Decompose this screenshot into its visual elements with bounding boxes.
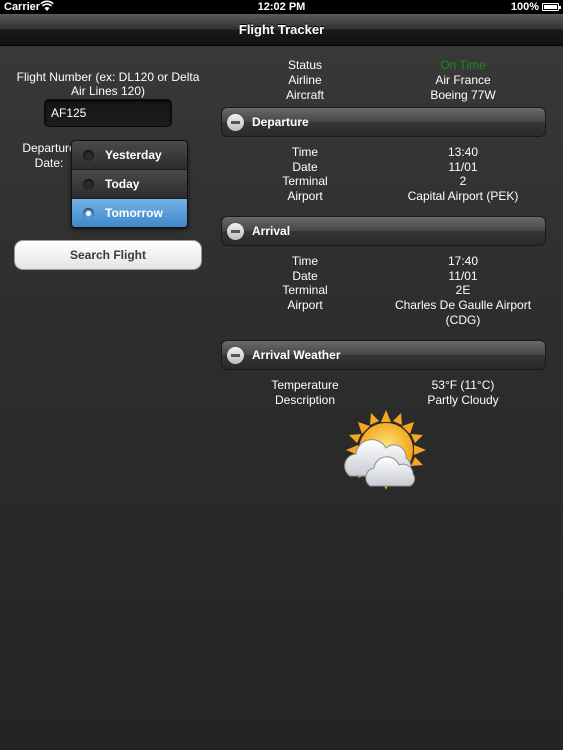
- row-value: 2: [459, 174, 467, 188]
- row-value: 11/01: [448, 269, 478, 283]
- radio-icon: [83, 150, 94, 161]
- row-label: Airport: [287, 189, 323, 203]
- date-picker: Yesterday Today Tomorrow: [71, 140, 188, 228]
- row-value: Partly Cloudy: [427, 393, 499, 407]
- row-label: Temperature: [271, 378, 339, 392]
- collapse-minus-icon[interactable]: [227, 114, 244, 131]
- row-value: Charles De Gaulle Airport (CDG): [394, 298, 532, 327]
- battery-percent: 100%: [510, 1, 539, 13]
- departure-date-label: Departure Date:: [22, 141, 76, 170]
- partly-cloudy-icon: [344, 410, 426, 490]
- radio-icon: [83, 179, 94, 190]
- section-title: Arrival: [252, 224, 291, 238]
- date-option-label: Today: [105, 177, 140, 191]
- summary-label: Airline: [288, 73, 322, 87]
- date-option-label: Yesterday: [105, 148, 162, 162]
- row-label: Date: [292, 160, 318, 174]
- row-label: Airport: [287, 298, 323, 312]
- collapse-minus-icon[interactable]: [227, 223, 244, 240]
- date-option-tomorrow[interactable]: Tomorrow: [72, 199, 187, 227]
- clock: 12:02 PM: [257, 1, 306, 13]
- row-value: 13:40: [447, 145, 479, 159]
- section-title: Departure: [252, 115, 309, 129]
- arrival-section-header[interactable]: Arrival: [221, 216, 546, 246]
- summary-label: Status: [287, 58, 323, 72]
- arrival-weather-section-header[interactable]: Arrival Weather: [221, 340, 546, 370]
- date-option-yesterday[interactable]: Yesterday: [72, 141, 187, 170]
- nav-bar: Flight Tracker: [0, 14, 563, 46]
- flight-number-input[interactable]: AF125: [44, 99, 172, 127]
- row-label: Terminal: [282, 283, 328, 297]
- row-value: 53°F (11°C): [431, 378, 495, 392]
- collapse-minus-icon[interactable]: [227, 347, 244, 364]
- section-title: Arrival Weather: [252, 348, 341, 362]
- departure-section-header[interactable]: Departure: [221, 107, 546, 137]
- row-value: 2E: [455, 283, 471, 297]
- summary-value: Boeing 77W: [430, 88, 496, 102]
- status-bar: Carrier 12:02 PM 100%: [0, 0, 563, 14]
- flight-number-label: Flight Number (ex: DL120 or Delta Air Li…: [16, 70, 200, 98]
- radio-selected-icon: [83, 208, 94, 219]
- page-title: Flight Tracker: [238, 22, 325, 37]
- status-value: On Time: [440, 58, 486, 72]
- battery-icon: [542, 3, 561, 11]
- date-option-label: Tomorrow: [105, 206, 163, 220]
- row-value: 11/01: [448, 160, 478, 174]
- row-label: Terminal: [282, 174, 328, 188]
- summary-label: Aircraft: [285, 88, 324, 102]
- row-label: Description: [274, 393, 336, 407]
- row-label: Time: [291, 145, 319, 159]
- row-value: Capital Airport (PEK): [407, 189, 519, 203]
- row-value: 17:40: [447, 254, 479, 268]
- row-label: Date: [292, 269, 318, 283]
- row-label: Time: [291, 254, 319, 268]
- date-option-today[interactable]: Today: [72, 170, 187, 199]
- summary-value: Air France: [435, 73, 491, 87]
- search-flight-button[interactable]: Search Flight: [14, 240, 202, 270]
